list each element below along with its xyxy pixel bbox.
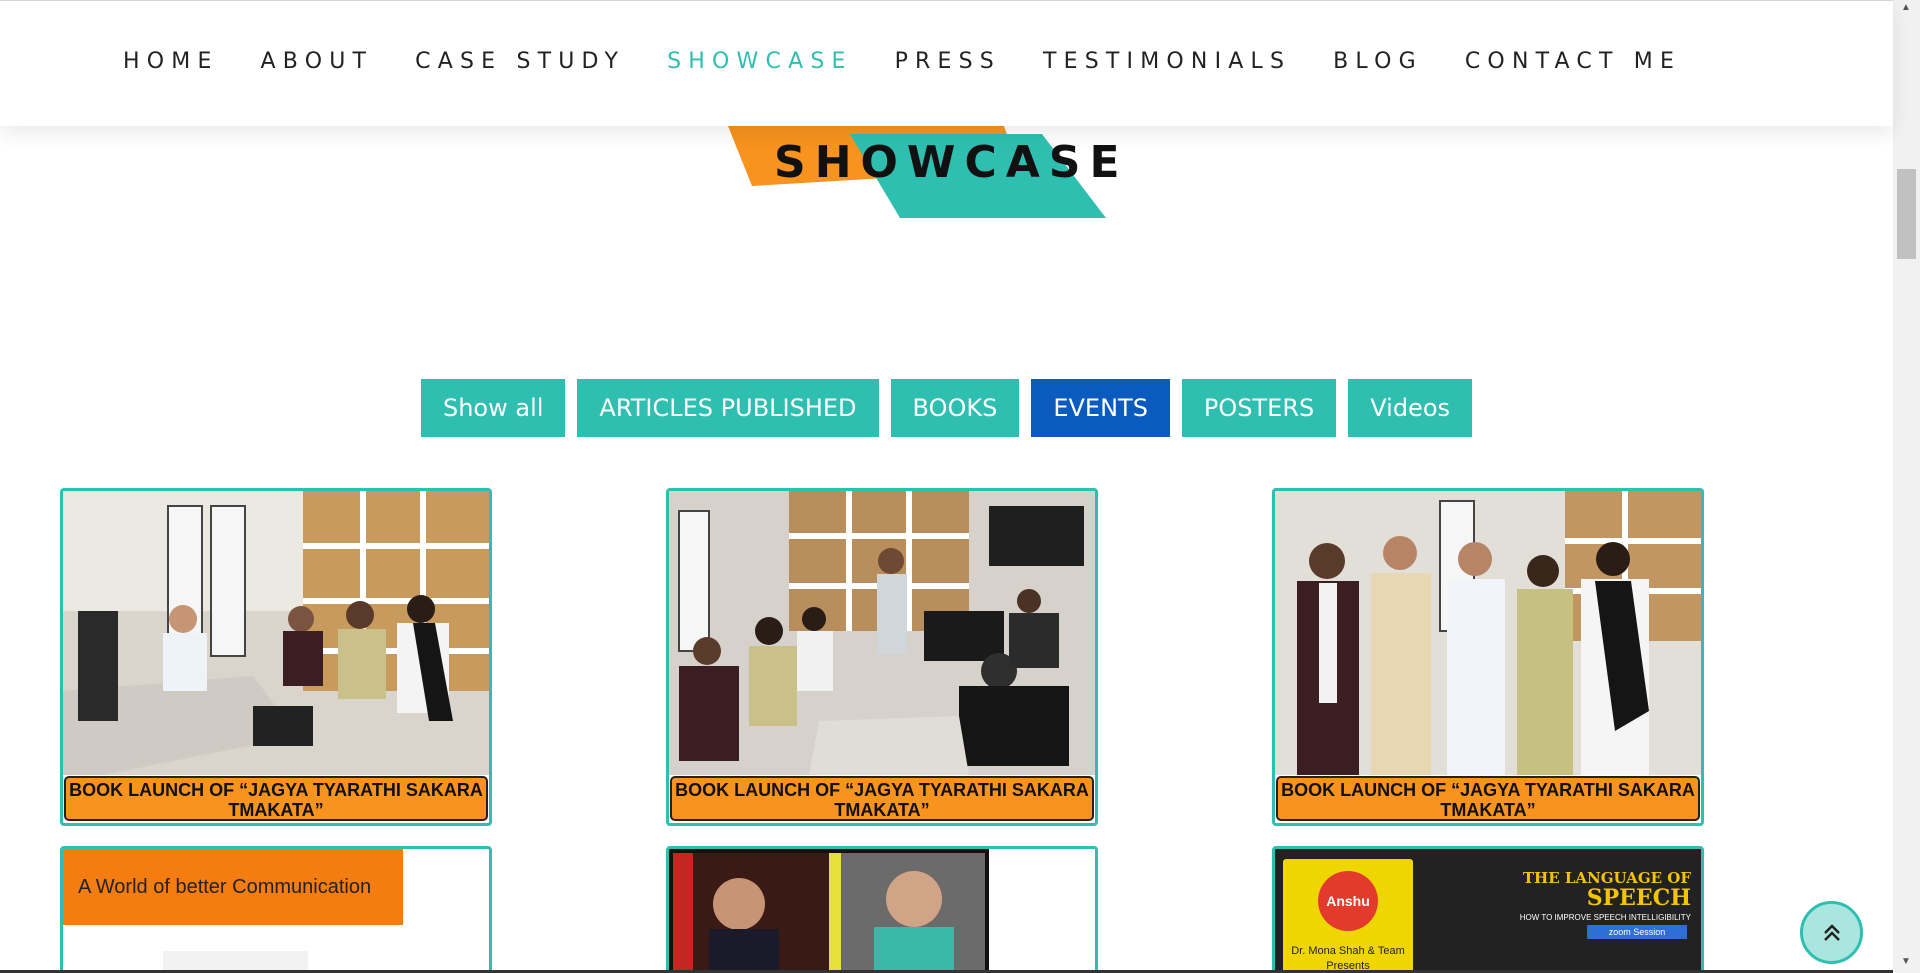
top-navigation: HOME ABOUT CASE STUDY SHOWCASE PRESS TES… xyxy=(0,0,1893,126)
poster-banner: A World of better Communication xyxy=(63,849,403,925)
nav-item-about[interactable]: ABOUT xyxy=(261,49,374,74)
nav-item-showcase[interactable]: SHOWCASE xyxy=(667,49,852,74)
event-photo-media-interview xyxy=(669,491,1095,775)
card-caption: BOOK LAUNCH OF “JAGYA TYARATHI SAKARA TM… xyxy=(64,776,488,821)
poster-title-line2: SPEECH xyxy=(1586,885,1691,911)
card-caption: BOOK LAUNCH OF “JAGYA TYARATHI SAKARA TM… xyxy=(1276,776,1700,821)
back-to-top-button[interactable] xyxy=(1800,901,1863,964)
scroll-down-arrow-icon[interactable]: ▼ xyxy=(1901,956,1911,967)
nav-menu: HOME ABOUT CASE STUDY SHOWCASE PRESS TES… xyxy=(123,49,1723,74)
nav-item-contact-me[interactable]: CONTACT ME xyxy=(1465,49,1681,74)
event-photo-office-meeting xyxy=(63,491,489,775)
showcase-card[interactable]: BOOK LAUNCH OF “JAGYA TYARATHI SAKARA TM… xyxy=(60,488,492,826)
nav-item-press[interactable]: PRESS xyxy=(895,49,1001,74)
filter-posters[interactable]: POSTERS xyxy=(1181,379,1337,437)
card-caption: BOOK LAUNCH OF “JAGYA TYARATHI SAKARA TM… xyxy=(670,776,1094,821)
nav-item-blog[interactable]: BLOG xyxy=(1333,49,1423,74)
double-chevron-up-icon xyxy=(1823,923,1840,941)
nav-item-home[interactable]: HOME xyxy=(123,49,219,74)
poster-banner-text: A World of better Communication xyxy=(78,875,372,898)
event-photo-group-portrait xyxy=(1275,491,1701,775)
filter-articles-published[interactable]: ARTICLES PUBLISHED xyxy=(577,379,879,437)
filter-show-all[interactable]: Show all xyxy=(420,379,566,437)
poster-card[interactable]: A World of better Communication xyxy=(60,846,492,973)
showcase-heading: SHOWCASE xyxy=(720,126,1120,218)
showcase-card[interactable]: BOOK LAUNCH OF “JAGYA TYARATHI SAKARA TM… xyxy=(666,488,1098,826)
poster-card[interactable]: Anshu Dr. Mona Shah & Team Presents THE … xyxy=(1272,846,1704,973)
filter-events[interactable]: EVENTS xyxy=(1031,379,1170,437)
poster-language-of-speech: Anshu Dr. Mona Shah & Team Presents THE … xyxy=(1275,849,1701,973)
scrollbar-thumb[interactable] xyxy=(1897,169,1916,259)
filter-bar: Show all ARTICLES PUBLISHED BOOKS EVENTS… xyxy=(0,379,1893,437)
showcase-card[interactable]: BOOK LAUNCH OF “JAGYA TYARATHI SAKARA TM… xyxy=(1272,488,1704,826)
poster-subtitle: HOW TO IMPROVE SPEECH INTELLIGIBILITY xyxy=(1519,913,1691,922)
poster-logo-panel: Anshu Dr. Mona Shah & Team Presents xyxy=(1283,859,1413,973)
poster-presenter: Dr. Mona Shah & Team xyxy=(1291,945,1405,957)
scroll-up-arrow-icon[interactable]: ▲ xyxy=(1901,2,1911,13)
nav-item-case-study[interactable]: CASE STUDY xyxy=(415,49,625,74)
poster-logo: Anshu xyxy=(1318,871,1378,931)
page-scrollbar[interactable]: ▲ ▼ xyxy=(1893,0,1920,973)
nav-item-testimonials[interactable]: TESTIMONIALS xyxy=(1043,49,1291,74)
poster-speakers-image xyxy=(669,849,989,973)
poster-card[interactable] xyxy=(666,846,1098,973)
poster-zoom-badge: zoom Session xyxy=(1587,925,1687,939)
filter-videos[interactable]: Videos xyxy=(1348,379,1473,437)
page-title: SHOWCASE xyxy=(774,137,1129,188)
filter-books[interactable]: BOOKS xyxy=(890,379,1020,437)
